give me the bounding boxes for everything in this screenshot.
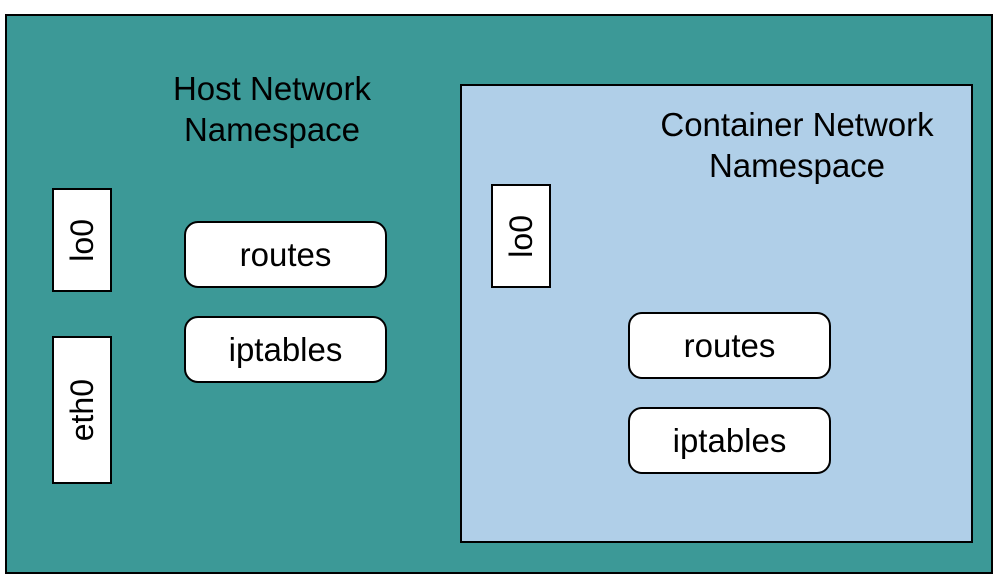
host-interface-lo-box: lo0 [52,188,112,292]
host-title: Host Network Namespace [132,68,412,151]
container-iptables-label: iptables [673,422,787,460]
host-interface-eth0-box: eth0 [52,336,112,484]
container-interface-lo-box: lo0 [491,184,551,288]
host-routes-box: routes [184,221,387,288]
container-title: Container Network Namespace [657,104,937,187]
host-iptables-label: iptables [229,331,343,369]
host-interface-lo-label: lo0 [64,219,101,262]
host-interface-eth0-label: eth0 [64,379,101,441]
container-routes-label: routes [684,327,776,365]
host-iptables-box: iptables [184,316,387,383]
container-interface-lo-label: lo0 [503,215,540,258]
container-routes-box: routes [628,312,831,379]
host-routes-label: routes [240,236,332,274]
host-network-namespace-box: Host Network Namespace Container Network… [5,14,993,574]
container-iptables-box: iptables [628,407,831,474]
